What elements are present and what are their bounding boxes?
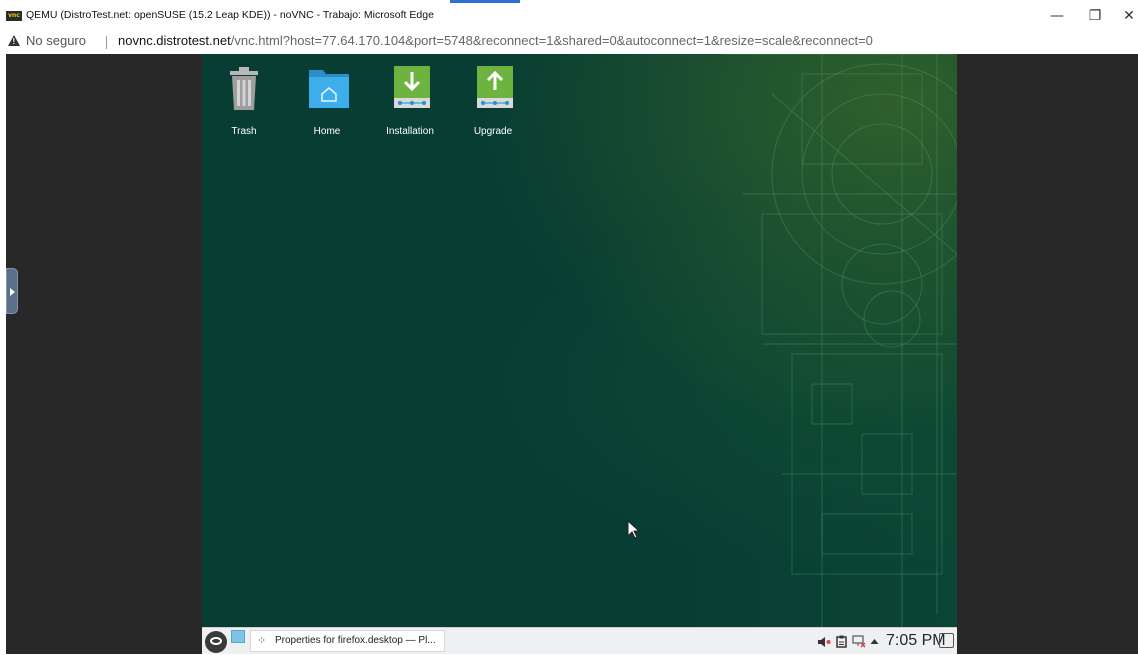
system-tray: 7:05 PM	[747, 628, 957, 655]
wallpaper-blueprint-pattern	[722, 54, 957, 634]
task-label: Properties for firefox.desktop — Pl...	[275, 635, 436, 646]
volume-icon[interactable]	[817, 636, 831, 648]
desktop-icon-label: Home	[313, 126, 341, 137]
virtual-desktop-pager[interactable]	[231, 630, 245, 643]
mouse-cursor-icon	[627, 520, 641, 539]
minimize-button[interactable]: —	[1040, 4, 1074, 28]
kde-taskbar: ⁘ Properties for firefox.desktop — Pl...…	[202, 627, 957, 654]
upgrade-up-arrow-icon	[477, 66, 513, 108]
loading-spinner-icon: ⁘	[257, 634, 267, 647]
title-bar-accent	[450, 0, 520, 3]
desktop-icon-label: Installation	[386, 126, 434, 137]
install-down-arrow-icon	[394, 66, 430, 108]
vnc-logo-icon: vnc	[6, 11, 22, 21]
warning-mark: !	[12, 37, 16, 46]
desktop-icon-label: Trash	[231, 126, 257, 137]
desktop-icon-label: Upgrade	[473, 126, 513, 137]
address-separator	[106, 36, 107, 49]
application-launcher-button[interactable]	[205, 631, 227, 653]
url-host: novnc.distrotest.net	[118, 33, 231, 48]
close-button[interactable]: ✕	[1112, 4, 1138, 28]
clipboard-icon[interactable]	[836, 635, 847, 648]
taskbar-task-item[interactable]: ⁘ Properties for firefox.desktop — Pl...	[250, 630, 445, 652]
trash-icon	[230, 67, 258, 110]
address-bar[interactable]: ! No seguro novnc.distrotest.net/vnc.htm…	[0, 32, 1138, 54]
url-text[interactable]: novnc.distrotest.net/vnc.html?host=77.64…	[118, 33, 873, 48]
url-path: /vnc.html?host=77.64.170.104&port=5748&r…	[230, 33, 873, 48]
home-folder-icon	[309, 70, 349, 108]
show-desktop-button[interactable]	[939, 633, 954, 648]
security-label[interactable]: No seguro	[26, 33, 86, 48]
opensuse-logo-icon	[210, 637, 222, 645]
window-title: QEMU (DistroTest.net: openSUSE (15.2 Lea…	[26, 9, 434, 21]
chevron-right-icon	[10, 288, 15, 296]
restore-button[interactable]: ❐	[1078, 4, 1112, 28]
kde-desktop[interactable]: Trash Home Installation Upgrade	[202, 54, 957, 654]
network-disconnected-icon[interactable]	[852, 635, 866, 648]
novnc-control-bar-handle[interactable]	[6, 268, 18, 314]
taskbar-clock[interactable]: 7:05 PM	[886, 632, 946, 650]
browser-title-bar: vnc QEMU (DistroTest.net: openSUSE (15.2…	[0, 0, 1138, 32]
expand-tray-icon[interactable]	[870, 638, 879, 645]
